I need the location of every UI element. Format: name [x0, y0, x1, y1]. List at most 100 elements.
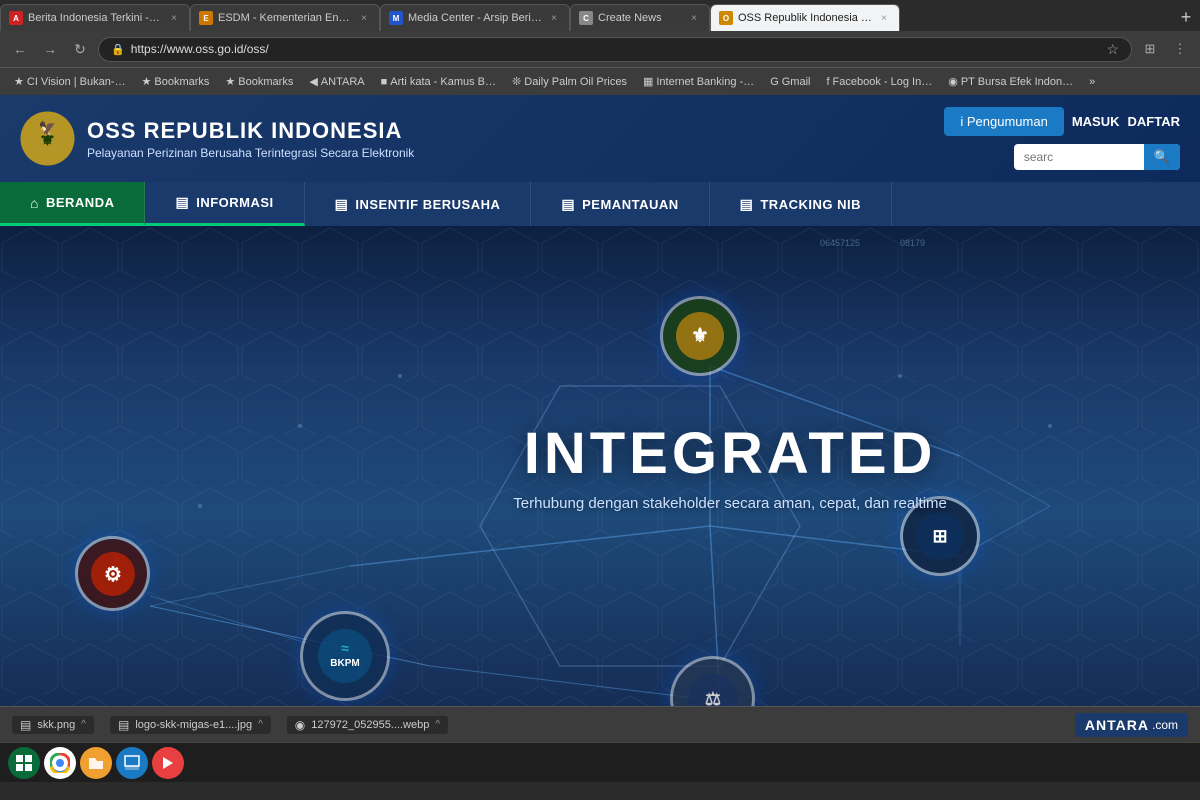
bookmark-icon-1: ★ — [142, 75, 152, 88]
file-name-1: logo-skk-migas-e1....jpg — [135, 719, 252, 731]
nav-item-informasi[interactable]: ▤INFORMASI — [145, 182, 304, 226]
header-buttons: i Pengumuman MASUK DAFTAR — [944, 107, 1180, 136]
bookmark-item-7[interactable]: GGmail — [764, 74, 816, 90]
svg-text:⚖: ⚖ — [704, 689, 720, 707]
bookmark-icon-0: ★ — [14, 75, 24, 88]
search-button[interactable]: 🔍 — [1144, 144, 1180, 170]
tab-media[interactable]: M Media Center - Arsip Berita - Le… × — [380, 4, 570, 31]
bookmark-item-4[interactable]: ■Arti kata - Kamus B… — [375, 74, 502, 90]
tab-title-oss: OSS Republik Indonesia | Pelaya… — [738, 12, 872, 24]
download-file-1[interactable]: ▤ logo-skk-migas-e1....jpg ^ — [110, 716, 271, 734]
tab-antara[interactable]: A Berita Indonesia Terkini - ANTA… × — [0, 4, 190, 31]
logo-node-2: ⚙ — [75, 536, 150, 611]
nav-item-tracking[interactable]: ▤TRACKING NIB — [710, 182, 892, 226]
file-icon-0: ▤ — [20, 718, 31, 732]
reload-button[interactable]: ↻ — [68, 37, 92, 61]
bookmark-icon-8: f — [826, 76, 829, 88]
svg-text:⊞: ⊞ — [932, 526, 947, 546]
bookmark-item-5[interactable]: ❊Daily Palm Oil Prices — [506, 73, 633, 90]
file-chevron-1[interactable]: ^ — [258, 719, 263, 730]
nav-item-pemantauan[interactable]: ▤PEMANTAUAN — [531, 182, 709, 226]
extensions-button[interactable]: ⊞ — [1138, 37, 1162, 61]
garuda-emblem: ⚜ 🦅 — [20, 111, 75, 166]
forward-button[interactable]: → — [38, 37, 62, 61]
search-input[interactable] — [1014, 145, 1144, 169]
antara-com: .com — [1152, 718, 1178, 732]
start-button[interactable] — [8, 747, 40, 779]
daftar-button[interactable]: DAFTAR — [1128, 114, 1180, 129]
bookmark-icon-2: ★ — [225, 75, 235, 88]
download-file-2[interactable]: ◉ 127972_052955....webp ^ — [287, 716, 448, 734]
tab-esdm[interactable]: E ESDM - Kementerian Energi dar… × — [190, 4, 380, 31]
menu-button[interactable]: ⋮ — [1168, 37, 1192, 61]
nav-label-pemantauan: PEMANTAUAN — [582, 197, 678, 212]
nav-label-informasi: INFORMASI — [196, 195, 273, 210]
bookmark-label-3: ANTARA — [321, 76, 365, 88]
hero-subtitle: Terhubung dengan stakeholder secara aman… — [513, 495, 947, 512]
file-icon-2: ◉ — [295, 718, 305, 732]
logo-node-bkpm: ≈ BKPM — [300, 611, 390, 701]
address-bar: ← → ↻ 🔒 https://www.oss.go.id/oss/ ☆ ⊞ ⋮ — [0, 31, 1200, 67]
nav-item-beranda[interactable]: ⌂ BERANDA — [0, 182, 145, 226]
file-name-2: 127972_052955....webp — [311, 719, 429, 731]
bookmark-item-8[interactable]: fFacebook - Log In… — [820, 74, 938, 90]
tab-close-create[interactable]: × — [687, 11, 701, 25]
tab-title-media: Media Center - Arsip Berita - Le… — [408, 12, 542, 24]
browser-chrome: A Berita Indonesia Terkini - ANTA… × E E… — [0, 0, 1200, 95]
bookmark-icon-7: G — [770, 76, 779, 88]
address-input-container[interactable]: 🔒 https://www.oss.go.id/oss/ ☆ — [98, 37, 1132, 62]
antara-text: ANTARA — [1085, 717, 1149, 733]
bookmark-item-3[interactable]: ◀ANTARA — [303, 73, 370, 90]
nav-label-beranda: BERANDA — [46, 195, 115, 210]
tab-oss[interactable]: O OSS Republik Indonesia | Pelaya… × — [710, 4, 900, 31]
file-icon-1: ▤ — [118, 718, 129, 732]
nav-icon-beranda: ⌂ — [30, 195, 39, 211]
download-file-0[interactable]: ▤ skk.png ^ — [12, 716, 94, 734]
bookmark-label-6: Internet Banking -… — [656, 76, 754, 88]
bookmark-label-4: Arti kata - Kamus B… — [390, 76, 496, 88]
svg-text:BKPM: BKPM — [330, 658, 359, 669]
bookmark-item-1[interactable]: ★Bookmarks — [136, 73, 216, 90]
back-button[interactable]: ← — [8, 37, 32, 61]
tab-close-media[interactable]: × — [547, 11, 561, 25]
tab-close-esdm[interactable]: × — [357, 11, 371, 25]
tab-create[interactable]: C Create News × — [570, 4, 710, 31]
website-content: ⚜ 🦅 OSS REPUBLIK INDONESIA Pelayanan Per… — [0, 95, 1200, 706]
bookmark-icon-9: ◉ — [948, 75, 958, 88]
masuk-button[interactable]: MASUK — [1072, 114, 1120, 129]
nav-label-tracking: TRACKING NIB — [760, 197, 861, 212]
nav-item-insentif[interactable]: ▤INSENTIF BERUSAHA — [305, 182, 532, 226]
tab-close-oss[interactable]: × — [877, 11, 891, 25]
chrome-button[interactable] — [44, 747, 76, 779]
logo-node-1: ⚜ — [660, 296, 740, 376]
downloads-bar: ▤ skk.png ^ ▤ logo-skk-migas-e1....jpg ^ ◉ 1279… — [0, 706, 1200, 742]
files-button[interactable] — [80, 747, 112, 779]
svg-text:🦅: 🦅 — [39, 119, 56, 137]
address-text: https://www.oss.go.id/oss/ — [131, 42, 269, 56]
bookmark-item-2[interactable]: ★Bookmarks — [219, 73, 299, 90]
bookmark-item-6[interactable]: ▦Internet Banking -… — [637, 73, 760, 90]
bookmark-star-icon[interactable]: ☆ — [1106, 41, 1119, 58]
bookmark-icon-6: ▦ — [643, 75, 653, 88]
bookmark-item-0[interactable]: ★CI Vision | Bukan-… — [8, 73, 132, 90]
bookmarks-bar: ★CI Vision | Bukan-…★Bookmarks★Bookmarks… — [0, 67, 1200, 95]
antara-logo: ANTARA .com — [1075, 713, 1188, 737]
bookmark-label-9: PT Bursa Efek Indon… — [961, 76, 1073, 88]
header-search[interactable]: 🔍 — [1014, 144, 1180, 170]
pengumuman-button[interactable]: i Pengumuman — [944, 107, 1063, 136]
file-chevron-0[interactable]: ^ — [81, 719, 86, 730]
new-tab-button[interactable]: + — [1172, 4, 1200, 31]
bookmark-label-0: CI Vision | Bukan-… — [27, 76, 126, 88]
tab-title-esdm: ESDM - Kementerian Energi dar… — [218, 12, 352, 24]
tab-close-antara[interactable]: × — [167, 11, 181, 25]
oss-title: OSS REPUBLIK INDONESIA — [87, 118, 414, 144]
file-name-0: skk.png — [37, 719, 75, 731]
bookmark-item-10[interactable]: » — [1083, 74, 1101, 90]
bookmark-label-1: Bookmarks — [154, 76, 209, 88]
bookmark-item-9[interactable]: ◉PT Bursa Efek Indon… — [942, 73, 1079, 90]
window-button[interactable] — [116, 747, 148, 779]
file-chevron-2[interactable]: ^ — [435, 719, 440, 730]
hero-title: INTEGRATED — [513, 420, 947, 487]
svg-text:⚜: ⚜ — [691, 325, 709, 347]
media-button[interactable] — [152, 747, 184, 779]
